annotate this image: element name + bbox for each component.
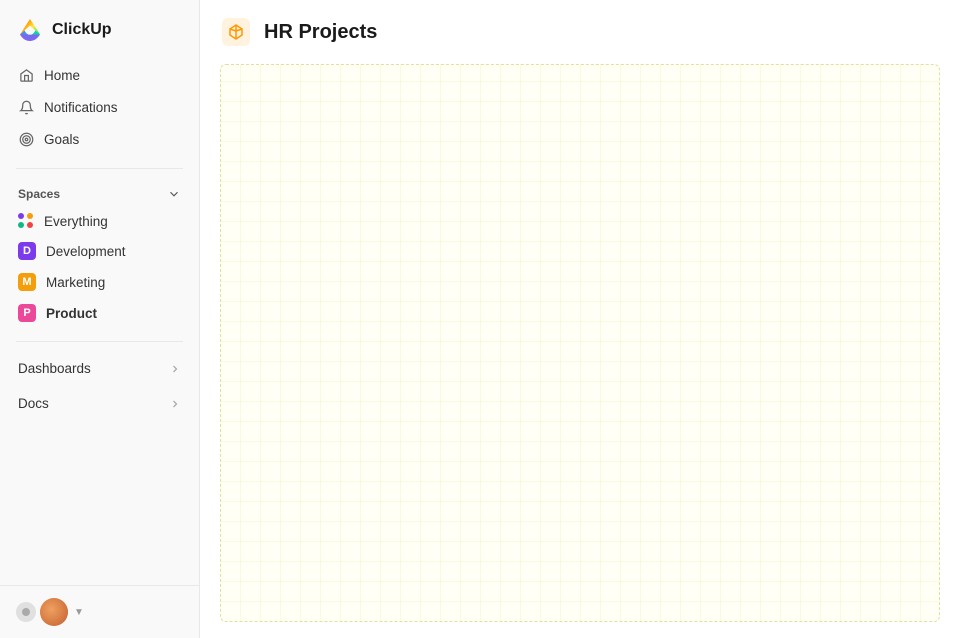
- development-avatar: D: [18, 242, 36, 260]
- page-header: HR Projects: [220, 16, 940, 48]
- sidebar-item-goals[interactable]: Goals: [8, 124, 191, 154]
- footer-chevron: ▼: [74, 607, 84, 618]
- everything-icon: [18, 213, 34, 229]
- dashboards-label: Dashboards: [18, 361, 91, 376]
- spaces-divider: [16, 341, 183, 342]
- everything-label: Everything: [44, 214, 108, 229]
- home-label: Home: [44, 68, 80, 83]
- sidebar-item-dashboards[interactable]: Dashboards: [8, 354, 191, 383]
- chevron-right-icon-docs: [169, 398, 181, 410]
- docs-section: Docs: [0, 389, 199, 424]
- notifications-label: Notifications: [44, 100, 118, 115]
- spaces-section: Spaces Everything D Development M Market…: [0, 177, 199, 333]
- home-icon: [18, 67, 34, 83]
- logo-text: ClickUp: [52, 21, 112, 39]
- sidebar-item-docs[interactable]: Docs: [8, 389, 191, 418]
- page-title: HR Projects: [264, 21, 377, 44]
- avatar: [40, 598, 68, 626]
- sidebar-item-marketing[interactable]: M Marketing: [8, 267, 191, 297]
- development-label: Development: [46, 244, 126, 259]
- clickup-logo-icon: [16, 16, 44, 44]
- spaces-label: Spaces: [18, 187, 60, 201]
- app-logo[interactable]: ClickUp: [0, 0, 199, 56]
- target-icon: [18, 131, 34, 147]
- sidebar-footer: ▼: [0, 585, 199, 638]
- docs-label: Docs: [18, 396, 49, 411]
- dashboards-section: Dashboards: [0, 350, 199, 389]
- spaces-header[interactable]: Spaces: [8, 181, 191, 207]
- sidebar-item-development[interactable]: D Development: [8, 236, 191, 266]
- marketing-avatar: M: [18, 273, 36, 291]
- sidebar-item-notifications[interactable]: Notifications: [8, 92, 191, 122]
- marketing-label: Marketing: [46, 275, 105, 290]
- nav-divider: [16, 168, 183, 169]
- content-area: [220, 64, 940, 622]
- chevron-down-icon: [167, 187, 181, 201]
- product-label: Product: [46, 306, 97, 321]
- cube-icon: [222, 18, 250, 46]
- main-content: HR Projects: [200, 0, 960, 638]
- user-avatar-container[interactable]: ▼: [16, 598, 84, 626]
- product-avatar: P: [18, 304, 36, 322]
- bell-icon: [18, 99, 34, 115]
- page-icon: [220, 16, 252, 48]
- status-indicator: [16, 602, 36, 622]
- sidebar-item-product[interactable]: P Product: [8, 298, 191, 328]
- goals-label: Goals: [44, 132, 79, 147]
- main-nav: Home Notifications Goals: [0, 56, 199, 160]
- sidebar-item-home[interactable]: Home: [8, 60, 191, 90]
- sidebar-item-everything[interactable]: Everything: [8, 207, 191, 235]
- chevron-right-icon: [169, 363, 181, 375]
- sidebar: ClickUp Home Notifications: [0, 0, 200, 638]
